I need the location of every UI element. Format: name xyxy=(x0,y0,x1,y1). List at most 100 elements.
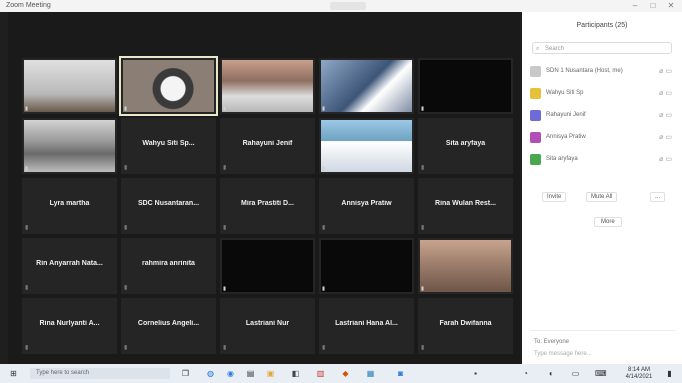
participant-tile[interactable]: rahmira anrinita ▮ xyxy=(121,238,216,294)
participant-grid: ▮ ▮ ▮ ▮ ▮ ▮ Wahyu Siti Sp... ▮ Rahayuni Jenif ▮ ▮ S… xyxy=(22,56,513,354)
participant-name: Lastriani Nur xyxy=(245,320,290,327)
mic-video-icon[interactable]: ⌀▭ xyxy=(659,67,674,75)
panel-title: Participants (25) xyxy=(576,22,628,29)
participant-name: Rina Nurlyanti A... xyxy=(39,320,100,327)
chat-input[interactable]: Type message here... xyxy=(534,351,592,357)
participant-list-item[interactable]: SDN 1 Nusantara (Host, me) ⌀▭ xyxy=(530,64,676,80)
participant-tile[interactable]: Lyra martha ▮ xyxy=(22,178,117,234)
mic-muted-icon: ▮ xyxy=(322,345,326,351)
clock[interactable]: 8:14 AM 4/14/2021 xyxy=(622,367,656,381)
participant-tile[interactable]: Mira Prastiti D... ▮ xyxy=(220,178,315,234)
mic-video-icon[interactable]: ⌀▭ xyxy=(659,133,674,141)
action-center-icon[interactable]: ▮ xyxy=(664,368,675,379)
participant-tile[interactable]: Farah Dwifanna ▮ xyxy=(418,298,513,354)
invite-button[interactable]: Invite xyxy=(542,192,567,202)
word-icon[interactable]: ▦ xyxy=(365,368,376,379)
more-options-button[interactable]: ... xyxy=(650,192,666,202)
view-toggle[interactable] xyxy=(330,2,366,10)
participant-tile[interactable]: ▮ xyxy=(220,58,315,114)
wifi-icon[interactable]: ◔ xyxy=(520,368,531,379)
participant-list-item[interactable]: Annisya Pratiw ⌀▭ xyxy=(530,130,676,146)
participant-tile[interactable]: Lastriani Hana Al... ▮ xyxy=(319,298,414,354)
participant-list-name: Rahayuni Jenif xyxy=(546,112,586,118)
mic-muted-icon: ▮ xyxy=(322,286,326,292)
participant-tile[interactable]: ▮ xyxy=(22,58,117,114)
participant-search-input[interactable]: ⌕ Search xyxy=(532,42,672,54)
participant-tile[interactable]: SDC Nusantaran... ▮ xyxy=(121,178,216,234)
mic-muted-icon: ▮ xyxy=(223,106,227,112)
mute-all-button[interactable]: Mute All xyxy=(586,192,618,202)
participant-name: Rahayuni Jenif xyxy=(242,140,293,147)
keyboard-icon[interactable]: ⌨ xyxy=(595,368,607,379)
task-view-icon[interactable]: ❐ xyxy=(180,368,191,379)
mic-muted-icon: ▮ xyxy=(421,286,425,292)
store-icon[interactable]: ◧ xyxy=(290,368,301,379)
participant-tile[interactable]: ▮ xyxy=(220,238,315,294)
participant-tile[interactable]: Rin Anyarrah Nata... ▮ xyxy=(22,238,117,294)
app-icon-2[interactable]: ◆ xyxy=(340,368,351,379)
mic-muted-icon: ▮ xyxy=(124,345,128,351)
participant-video xyxy=(222,240,313,292)
participant-tile[interactable]: ▮ xyxy=(319,58,414,114)
participant-tile[interactable]: ▮ xyxy=(119,56,218,116)
taskbar-search[interactable]: Type here to search xyxy=(30,368,170,379)
explorer-icon[interactable]: ▤ xyxy=(245,368,256,379)
maximize-button[interactable]: □ xyxy=(646,1,660,11)
panel-actions: Invite Mute All ... xyxy=(542,192,668,204)
participant-tile[interactable]: ▮ xyxy=(22,118,117,174)
participant-name: SDC Nusantaran... xyxy=(137,200,200,207)
mic-muted-icon: ▮ xyxy=(25,345,29,351)
mic-video-icon[interactable]: ⌀▭ xyxy=(659,89,674,97)
edge-icon[interactable]: ◍ xyxy=(205,368,216,379)
participant-list-item[interactable]: Sita aryfaya ⌀▭ xyxy=(530,152,676,168)
mic-muted-icon: ▮ xyxy=(322,106,326,112)
chat-area: To: Everyone Type message here... xyxy=(530,330,676,361)
mic-muted-icon: ▮ xyxy=(223,345,227,351)
avatar xyxy=(530,88,541,99)
participant-name: Lyra martha xyxy=(49,200,90,207)
participant-list-item[interactable]: Wahyu Siti Sp ⌀▭ xyxy=(530,86,676,102)
participant-tile[interactable]: Cornelius Angeli... ▮ xyxy=(121,298,216,354)
search-placeholder: Search xyxy=(545,46,565,52)
folder-icon[interactable]: ▣ xyxy=(265,368,276,379)
participant-tile[interactable]: Annisya Pratiw ▮ xyxy=(319,178,414,234)
close-button[interactable]: ✕ xyxy=(664,1,678,11)
participant-list-name: Sita aryfaya xyxy=(546,156,578,162)
participant-tile[interactable]: Sita aryfaya ▮ xyxy=(418,118,513,174)
battery-icon[interactable]: ▭ xyxy=(570,368,581,379)
participant-tile[interactable]: Rina Wulan Rest... ▮ xyxy=(418,178,513,234)
mic-muted-icon: ▮ xyxy=(421,106,425,112)
minimize-button[interactable]: – xyxy=(628,1,642,11)
participant-name: Lastriani Hana Al... xyxy=(335,320,398,327)
participant-tile[interactable]: Wahyu Siti Sp... ▮ xyxy=(121,118,216,174)
zoom-icon[interactable]: ◙ xyxy=(395,368,406,379)
participant-tile[interactable]: Rina Nurlyanti A... ▮ xyxy=(22,298,117,354)
more-button[interactable]: More xyxy=(594,217,622,227)
volume-icon[interactable]: ◖ xyxy=(545,368,556,379)
app-icon[interactable]: ▥ xyxy=(315,368,326,379)
mic-muted-icon: ▮ xyxy=(322,166,326,172)
participant-tile[interactable]: Lastriani Nur ▮ xyxy=(220,298,315,354)
windows-start-icon[interactable]: ⊞ xyxy=(8,368,19,379)
participant-name: Annisya Pratiw xyxy=(341,200,392,207)
participant-tile[interactable]: ▮ xyxy=(319,118,414,174)
participant-tile[interactable]: ▮ xyxy=(319,238,414,294)
participant-list-item[interactable]: Rahayuni Jenif ⌀▭ xyxy=(530,108,676,124)
mic-muted-icon: ▮ xyxy=(223,286,227,292)
participant-tile[interactable]: Rahayuni Jenif ▮ xyxy=(220,118,315,174)
mic-muted-icon: ▮ xyxy=(25,106,29,112)
mic-video-icon[interactable]: ⌀▭ xyxy=(659,155,674,163)
mic-video-icon[interactable]: ⌀▭ xyxy=(659,111,674,119)
notification-icon[interactable]: ▪ xyxy=(470,368,481,379)
chat-recipient[interactable]: To: Everyone xyxy=(534,339,569,345)
chrome-icon[interactable]: ◉ xyxy=(225,368,236,379)
participant-video xyxy=(24,120,115,172)
participant-tile[interactable]: ▮ xyxy=(418,238,513,294)
participant-list-name: Annisya Pratiw xyxy=(546,134,586,140)
participant-video xyxy=(222,60,313,112)
mic-muted-icon: ▮ xyxy=(124,106,128,112)
participant-tile[interactable]: ▮ xyxy=(418,58,513,114)
mic-muted-icon: ▮ xyxy=(322,225,326,231)
participant-name: Sita aryfaya xyxy=(445,140,486,147)
window-title-bar: Zoom Meeting – □ ✕ xyxy=(0,0,682,12)
